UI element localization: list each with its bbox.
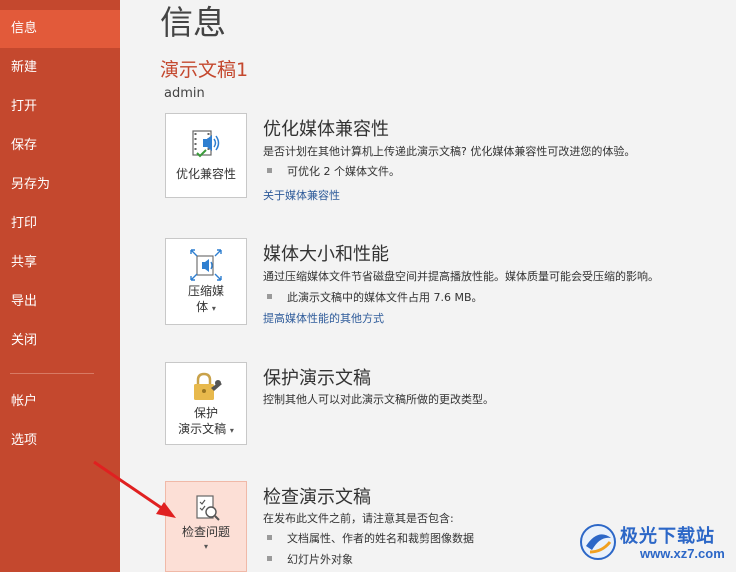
watermark-logo-icon bbox=[580, 524, 616, 560]
backstage-sidebar: 信息 新建 打开 保存 另存为 打印 共享 导出 关闭 帐户 选项 bbox=[0, 0, 120, 572]
media-compatibility-icon bbox=[192, 130, 220, 158]
nav-save[interactable]: 保存 bbox=[0, 127, 120, 165]
bullet-text: 文档属性、作者的姓名和裁剪图像数据 bbox=[287, 532, 474, 545]
nav-options[interactable]: 选项 bbox=[0, 422, 120, 460]
tile-label-line2: 演示文稿 ▾ bbox=[166, 421, 246, 439]
tile-label-line1: 保护 bbox=[193, 406, 218, 420]
tile-label-line2: 体 ▾ bbox=[166, 299, 246, 317]
watermark: 极光下载站 www.xz7.com bbox=[578, 520, 734, 568]
bullet-text: 幻灯片外对象 bbox=[287, 553, 353, 566]
lock-key-icon bbox=[194, 372, 222, 400]
compress-media-button[interactable]: 压缩媒 体 ▾ bbox=[165, 238, 247, 325]
watermark-name: 极光下载站 bbox=[620, 526, 715, 547]
bullet-text: 可优化 2 个媒体文件。 bbox=[287, 165, 400, 178]
link-about-compatibility[interactable]: 关于媒体兼容性 bbox=[263, 187, 340, 203]
nav-export[interactable]: 导出 bbox=[0, 283, 120, 321]
tile-label-line1: 压缩媒 bbox=[187, 284, 224, 298]
nav-print[interactable]: 打印 bbox=[0, 205, 120, 243]
tile-caret: ▾ bbox=[166, 537, 246, 555]
bullet-square bbox=[267, 294, 272, 299]
link-media-performance[interactable]: 提高媒体性能的其他方式 bbox=[263, 310, 384, 326]
info-pane: 信息 演示文稿1 admin 优化兼容性 优化媒体兼容性 是否计划在其他计算机上… bbox=[120, 0, 736, 572]
dropdown-caret-icon: ▾ bbox=[211, 304, 216, 313]
bullet-inspect-2: 幻灯片外对象 bbox=[267, 551, 353, 567]
dropdown-caret-icon: ▾ bbox=[229, 426, 234, 435]
bullet-inspect-1: 文档属性、作者的姓名和裁剪图像数据 bbox=[267, 530, 474, 546]
section-title-protect: 保护演示文稿 bbox=[263, 368, 371, 389]
bullet-square bbox=[267, 168, 272, 173]
optimize-compatibility-button[interactable]: 优化兼容性 bbox=[165, 113, 247, 198]
author-name: admin bbox=[164, 86, 205, 101]
bullet-media-size: 此演示文稿中的媒体文件占用 7.6 MB。 bbox=[267, 289, 483, 305]
nav-divider bbox=[10, 373, 94, 374]
bullet-square bbox=[267, 535, 272, 540]
check-issues-button[interactable]: 检查问题 ▾ bbox=[165, 481, 247, 572]
compress-media-icon bbox=[190, 249, 222, 281]
section-desc-compatibility: 是否计划在其他计算机上传递此演示文稿? 优化媒体兼容性可改进您的体验。 bbox=[263, 145, 636, 158]
section-title-inspect: 检查演示文稿 bbox=[263, 487, 371, 508]
nav-open[interactable]: 打开 bbox=[0, 88, 120, 126]
dropdown-caret-icon: ▾ bbox=[203, 542, 208, 551]
section-title-compatibility: 优化媒体兼容性 bbox=[263, 119, 389, 140]
tile-label: 优化兼容性 bbox=[175, 167, 236, 181]
protect-presentation-button[interactable]: 保护 演示文稿 ▾ bbox=[165, 362, 247, 445]
section-desc-inspect: 在发布此文件之前，请注意其是否包含: bbox=[263, 512, 454, 525]
nav-info[interactable]: 信息 bbox=[0, 10, 120, 48]
inspect-document-icon bbox=[196, 495, 220, 521]
bullet-square bbox=[267, 556, 272, 561]
section-title-media-size: 媒体大小和性能 bbox=[263, 244, 389, 265]
nav-account[interactable]: 帐户 bbox=[0, 383, 120, 421]
section-desc-protect: 控制其他人可以对此演示文稿所做的更改类型。 bbox=[263, 393, 494, 406]
nav-close[interactable]: 关闭 bbox=[0, 322, 120, 360]
tile-label-text: 演示文稿 bbox=[178, 422, 227, 436]
bullet-compatibility: 可优化 2 个媒体文件。 bbox=[267, 163, 400, 179]
tile-label-text: 体 bbox=[196, 300, 209, 314]
nav-new[interactable]: 新建 bbox=[0, 49, 120, 87]
watermark-url: www.xz7.com bbox=[640, 546, 725, 561]
page-title: 信息 bbox=[160, 3, 226, 42]
nav-share[interactable]: 共享 bbox=[0, 244, 120, 282]
document-title: 演示文稿1 bbox=[160, 59, 249, 81]
section-desc-media-size: 通过压缩媒体文件节省磁盘空间并提高播放性能。媒体质量可能会受压缩的影响。 bbox=[263, 270, 659, 283]
nav-save-as[interactable]: 另存为 bbox=[0, 166, 120, 204]
bullet-text: 此演示文稿中的媒体文件占用 7.6 MB。 bbox=[287, 291, 483, 304]
